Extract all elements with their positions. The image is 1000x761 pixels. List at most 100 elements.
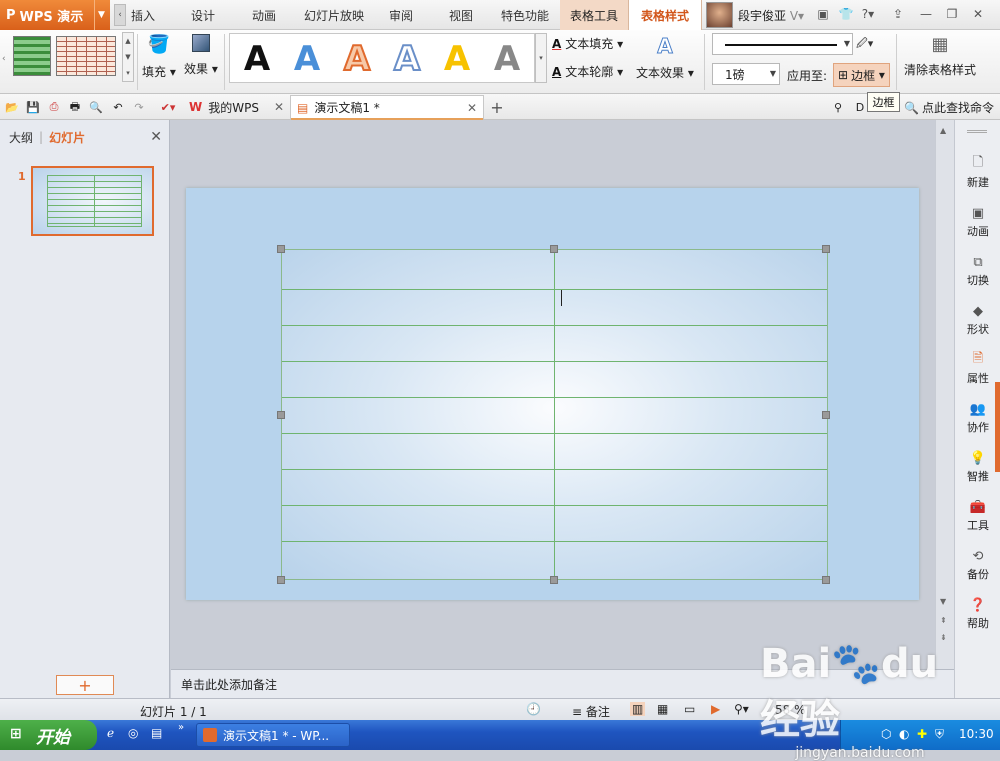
command-search[interactable]: 🔍 点此查找命令 xyxy=(904,99,994,116)
prev-slide-icon[interactable]: ⇞ xyxy=(940,616,947,625)
close-icon[interactable]: ✕ xyxy=(150,129,162,145)
doc-tab-presentation[interactable]: ▤ 演示文稿1 * ✕ xyxy=(290,95,484,120)
pane-backup[interactable]: ⟲ 备份 xyxy=(955,548,1000,582)
app-menu-button[interactable]: P WPS 演示 ▼ xyxy=(0,0,110,30)
start-button[interactable]: ⊞ 开始 xyxy=(0,720,97,750)
pin-icon[interactable]: ⚲ xyxy=(830,99,846,115)
close-icon[interactable]: ✕ xyxy=(274,100,284,114)
notes-toggle[interactable]: ≡ 备注 xyxy=(572,703,610,720)
text-outline-button[interactable]: A 文本轮廓 ▾ xyxy=(552,63,623,80)
restore-icon[interactable]: ❐ xyxy=(944,6,960,22)
drag-handle[interactable] xyxy=(967,130,987,133)
text-effect-button[interactable]: A 文本效果 ▾ xyxy=(636,34,694,81)
tab-view[interactable]: 视图 xyxy=(444,0,478,30)
border-button[interactable]: ⊞ 边框 ▾ xyxy=(833,63,890,87)
table-style-red[interactable] xyxy=(56,36,116,76)
pane-transition[interactable]: ⧉ 切换 xyxy=(955,254,1000,288)
resize-handle[interactable] xyxy=(822,411,830,419)
wordart-black[interactable]: A xyxy=(234,37,280,81)
customize-icon[interactable]: ✔▾ xyxy=(160,99,176,115)
slide-sorter-icon[interactable]: ▦ xyxy=(657,702,668,716)
web-icon[interactable]: ◎ xyxy=(128,726,138,740)
tab-slideshow[interactable]: 幻灯片放映 xyxy=(300,0,368,30)
pin-icon[interactable]: ⚲▾ xyxy=(734,702,749,716)
expand-icon[interactable]: » xyxy=(178,722,184,733)
line-weight-select[interactable]: 1磅 ▼ xyxy=(712,63,780,85)
desktop-icon[interactable]: ▤ xyxy=(151,726,162,740)
shirt-icon[interactable]: 👕 xyxy=(838,6,854,22)
ie-icon[interactable]: ℯ xyxy=(107,726,114,740)
pane-shapes[interactable]: ◆ 形状 xyxy=(955,303,1000,337)
undo-icon[interactable]: ↶ xyxy=(110,99,126,115)
resize-handle[interactable] xyxy=(550,245,558,253)
redo-icon[interactable]: ↷ xyxy=(131,99,147,115)
tab-special[interactable]: 特色功能 xyxy=(497,0,553,30)
close-icon[interactable]: ✕ xyxy=(970,6,986,22)
d-icon[interactable]: D xyxy=(852,99,868,115)
skin-icon[interactable]: ▣ xyxy=(815,6,831,22)
arrow-down-icon[interactable]: ▼ xyxy=(125,53,130,61)
reading-view-icon[interactable]: ▭ xyxy=(684,702,695,716)
pane-collaborate[interactable]: 👥 协作 xyxy=(955,401,1000,435)
tab-review[interactable]: 审阅 xyxy=(384,0,418,30)
preview-icon[interactable]: 🔍 xyxy=(88,99,104,115)
tab-design[interactable]: 设计 xyxy=(186,0,220,30)
resize-handle[interactable] xyxy=(550,576,558,584)
normal-view-icon[interactable]: ▥ xyxy=(630,702,646,716)
slide-thumbnail[interactable] xyxy=(31,166,154,236)
pane-new[interactable]: 🗋 新建 xyxy=(955,155,1000,190)
history-icon[interactable]: 🕘 xyxy=(526,702,541,716)
arrow-up-icon[interactable]: ▲ xyxy=(125,37,130,45)
pane-animation[interactable]: ▣ 动画 xyxy=(955,205,1000,239)
taskbar-item-wps[interactable]: 演示文稿1 * - WP... xyxy=(196,723,350,747)
tab-insert[interactable]: 插入 xyxy=(128,0,158,30)
slide[interactable] xyxy=(186,188,919,600)
wordart-blue[interactable]: A xyxy=(284,37,330,81)
print-icon[interactable]: 🖶 xyxy=(67,99,83,115)
text-fill-button[interactable]: A 文本填充 ▾ xyxy=(552,35,623,52)
pane-tools[interactable]: 🧰 工具 xyxy=(955,499,1000,533)
resize-handle[interactable] xyxy=(277,245,285,253)
add-slide-button[interactable]: + xyxy=(56,675,114,695)
more-icon[interactable]: ▾ xyxy=(126,69,130,77)
wordart-gray[interactable]: A xyxy=(484,37,530,81)
clock[interactable]: 10:30 xyxy=(959,727,994,741)
table[interactable] xyxy=(281,249,828,580)
save-icon[interactable]: 💾 xyxy=(25,99,41,115)
pane-properties[interactable]: 🗎 属性 xyxy=(955,351,1000,386)
close-icon[interactable]: ✕ xyxy=(467,101,477,115)
tab-table-style[interactable]: 表格样式 xyxy=(628,0,702,30)
pane-recommend[interactable]: 💡 智推 xyxy=(955,450,1000,484)
doc-tab-mywps[interactable]: W 我的WPS ✕ xyxy=(183,95,290,119)
tab-animation[interactable]: 动画 xyxy=(246,0,282,30)
collapse-left-icon[interactable]: ‹ xyxy=(114,4,126,26)
pane-help[interactable]: ❓ 帮助 xyxy=(955,597,1000,631)
tab-table-tools[interactable]: 表格工具 xyxy=(560,0,628,30)
resize-handle[interactable] xyxy=(277,576,285,584)
pdf-icon[interactable]: ⎙ xyxy=(46,99,62,115)
add-tab-icon[interactable]: + xyxy=(489,98,505,117)
clear-table-style-button[interactable]: ▦ 清除表格样式 xyxy=(904,34,976,78)
gallery-scroll[interactable]: ▲ ▼ ▾ xyxy=(122,32,134,82)
play-icon[interactable]: ▶ xyxy=(711,702,720,716)
effect-button[interactable]: 效果 ▾ xyxy=(184,34,218,77)
arrow-down-icon[interactable]: ▼ xyxy=(940,597,946,606)
vertical-scrollbar[interactable]: ▲ ▼ ⇞ ⇟ xyxy=(935,120,954,669)
pen-color-icon[interactable]: 🖉▾ xyxy=(856,35,890,55)
wordart-orange-outline[interactable]: A xyxy=(334,37,380,81)
fill-button[interactable]: 🪣 填充 ▾ xyxy=(142,34,176,80)
pane-expand-tab[interactable] xyxy=(995,382,1000,472)
wordart-gold[interactable]: A xyxy=(434,37,480,81)
table-style-green[interactable] xyxy=(13,36,51,76)
minimize-icon[interactable]: — xyxy=(918,6,934,22)
resize-handle[interactable] xyxy=(277,411,285,419)
resize-handle[interactable] xyxy=(822,576,830,584)
avatar[interactable] xyxy=(706,2,733,28)
upload-icon[interactable]: ⇪ xyxy=(890,6,906,22)
wordart-more-icon[interactable]: ▾ xyxy=(535,33,547,83)
user-name[interactable]: 段宇俊亚 V▾ xyxy=(738,7,804,24)
ribbon-left-arrow-icon[interactable]: ‹ xyxy=(2,54,6,64)
help-icon[interactable]: ?▾ xyxy=(860,6,876,22)
resize-handle[interactable] xyxy=(822,245,830,253)
line-style-select[interactable]: ▼ xyxy=(712,33,853,55)
